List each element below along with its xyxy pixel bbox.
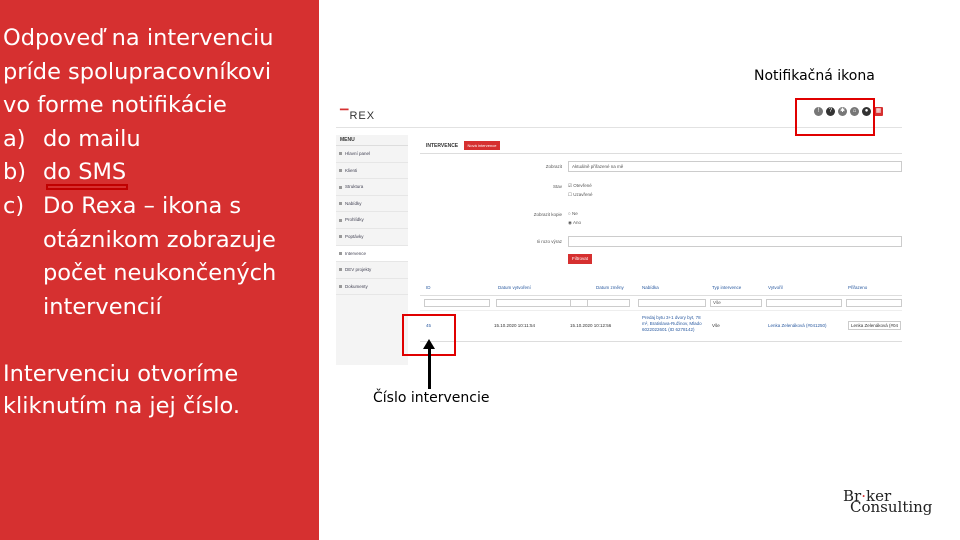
- broker-consulting-logo: Br·ker Consulting: [840, 486, 940, 520]
- column-header-id[interactable]: ID: [426, 285, 431, 290]
- kopie-radio-ne[interactable]: ○ Ne: [568, 211, 578, 216]
- cell-created: 15.10.2020 10:11:54: [494, 323, 535, 328]
- projects-icon: [339, 268, 342, 272]
- cell-offer-link[interactable]: Predaj bytu 3+1 dvory byt, 78 m², Bratis…: [642, 315, 708, 333]
- form-row-zobrazit: Zobrazit Aktuálně přiřazené na mě: [420, 161, 902, 173]
- open-instruction: Intervenciu otvoríme kliknutím na jej čí…: [3, 358, 240, 422]
- sidebar-item-poptavky[interactable]: Poptávky: [336, 229, 408, 246]
- sidebar-item-intervence[interactable]: Intervence: [336, 245, 408, 263]
- menu-title: MENU: [336, 135, 408, 146]
- list-marker: a): [3, 125, 26, 152]
- left-text-block: Odpoveď na intervenciu príde spolupracov…: [3, 22, 315, 324]
- grid-header: ID Datum vytvoření Datum změny Nabídka T…: [420, 281, 902, 296]
- filter-author-input[interactable]: [766, 299, 842, 307]
- clients-icon: [339, 168, 342, 172]
- intro-line: Odpoveď na intervenciu: [3, 25, 274, 51]
- demands-icon: [339, 235, 342, 239]
- list-marker: c): [3, 192, 25, 219]
- notification-list: a) do mailu b) do SMS c) Do Rexa – ikona…: [3, 123, 315, 325]
- list-item-mail: a) do mailu: [3, 123, 315, 157]
- form-row-stav: Stav ☑ Otevřené ☐ Uzavřené: [420, 181, 902, 201]
- instruction-line: kliknutím na jej číslo.: [3, 393, 241, 419]
- list-marker: b): [3, 159, 27, 186]
- filter-assigned-input[interactable]: [846, 299, 902, 307]
- sidebar-item-hlavni-panel[interactable]: Hlavní panel: [336, 146, 408, 163]
- list-text: počet neukončených: [43, 260, 277, 287]
- intervention-header: INTERVENCE Nová intervence: [420, 139, 902, 154]
- filter-changed-input[interactable]: [570, 299, 630, 307]
- notification-icon-highlight: [795, 98, 875, 136]
- list-text: intervencií: [43, 293, 162, 320]
- filter-button[interactable]: Filtrovat: [568, 254, 593, 264]
- column-header-assigned[interactable]: Přiřazeno: [848, 285, 867, 290]
- arrow-shaft: [428, 345, 431, 389]
- vyraz-input[interactable]: [568, 236, 902, 247]
- intervention-id-caption: Číslo intervencie: [373, 390, 490, 406]
- list-item-rex: c) Do Rexa – ikona s otáznikom zobrazuje…: [3, 190, 315, 324]
- filter-id-input[interactable]: [424, 299, 490, 307]
- sidebar-item-dev-projekty[interactable]: DEV projekty: [336, 262, 408, 279]
- column-header-changed[interactable]: Datum změny: [596, 285, 624, 290]
- table-row[interactable]: 45 15.10.2020 10:11:54 15.10.2020 10:12:…: [420, 311, 902, 342]
- zobrazit-label: Zobrazit: [545, 164, 562, 169]
- intervention-content: INTERVENCE Nová intervence Zobrazit Aktu…: [420, 139, 902, 365]
- column-header-offer[interactable]: Nabídka: [642, 285, 659, 290]
- logo-line-2: Consulting: [850, 498, 933, 516]
- list-text: otáznikom zobrazuje: [43, 226, 276, 253]
- page-title: INTERVENCE: [426, 143, 459, 149]
- column-header-created[interactable]: Datum vytvoření: [498, 285, 531, 290]
- sidebar-item-klienti[interactable]: Klienti: [336, 163, 408, 180]
- sidebar-item-struktura[interactable]: Struktura: [336, 179, 408, 196]
- sidebar-item-prohlidky[interactable]: Prohlídky: [336, 212, 408, 229]
- notification-icon-caption: Notifikačná ikona: [754, 68, 875, 84]
- cell-type: Vše: [712, 323, 720, 328]
- calendar-icon[interactable]: ▦: [874, 107, 883, 116]
- form-row-vyraz: Iii rozo výraz: [420, 236, 902, 248]
- new-intervention-button[interactable]: Nová intervence: [463, 141, 501, 151]
- kopie-label: Zobrazit kopie: [533, 212, 562, 217]
- left-red-panel: Odpoveď na intervenciu príde spolupracov…: [0, 0, 319, 540]
- sms-highlight-box: [46, 184, 128, 190]
- list-text: Do Rexa – ikona s: [43, 192, 242, 219]
- list-text: do mailu: [43, 125, 141, 152]
- kopie-radio-ano[interactable]: ◉ Ano: [568, 220, 581, 226]
- cell-changed: 15.10.2020 10:12:56: [570, 323, 612, 328]
- interventions-icon: [339, 251, 342, 255]
- cell-assigned-select[interactable]: Lenka Zelenáková (#04: [848, 321, 902, 330]
- stav-label: Stav: [552, 184, 562, 189]
- column-header-type[interactable]: Typ intervence: [712, 285, 741, 290]
- sidebar-item-nabidky[interactable]: Nabídky: [336, 196, 408, 213]
- rex-logo[interactable]: ▔REX: [340, 109, 375, 122]
- grid-filter-row: Vše: [420, 296, 902, 311]
- rex-logo-text: REX: [349, 110, 376, 122]
- documents-icon: [339, 285, 342, 289]
- cell-author-link[interactable]: Lenka Zelenáková (#041250): [768, 323, 827, 328]
- intervention-grid: ID Datum vytvoření Datum změny Nabídka T…: [420, 281, 902, 342]
- column-header-author[interactable]: Vytvořil: [768, 285, 783, 290]
- structure-icon: [339, 185, 342, 189]
- viewings-icon: [339, 218, 342, 222]
- intro-line: príde spolupracovníkovi: [3, 58, 272, 85]
- stav-checkbox-uzavrene[interactable]: ☐ Uzavřené: [568, 192, 593, 198]
- filter-type-select[interactable]: Vše: [710, 299, 762, 307]
- offers-icon: [339, 202, 342, 206]
- intro-line: vo forme notifikácie: [3, 92, 227, 119]
- instruction-line: Intervenciu otvoríme: [3, 361, 239, 387]
- vyraz-label: Iii rozo výraz: [536, 239, 562, 244]
- stav-checkbox-otevrene[interactable]: ☑ Otevřené: [568, 183, 592, 189]
- filter-offer-input[interactable]: [638, 299, 706, 307]
- zobrazit-select[interactable]: Aktuálně přiřazené na mě: [568, 161, 902, 172]
- dashboard-icon: [339, 152, 342, 156]
- form-row-kopie: Zobrazit kopie ○ Ne ◉ Ano: [420, 209, 902, 229]
- rex-sidebar: MENU Hlavní panel Klienti Struktura Nabí…: [336, 135, 408, 365]
- sidebar-item-dokumenty[interactable]: Dokumenty: [336, 279, 408, 296]
